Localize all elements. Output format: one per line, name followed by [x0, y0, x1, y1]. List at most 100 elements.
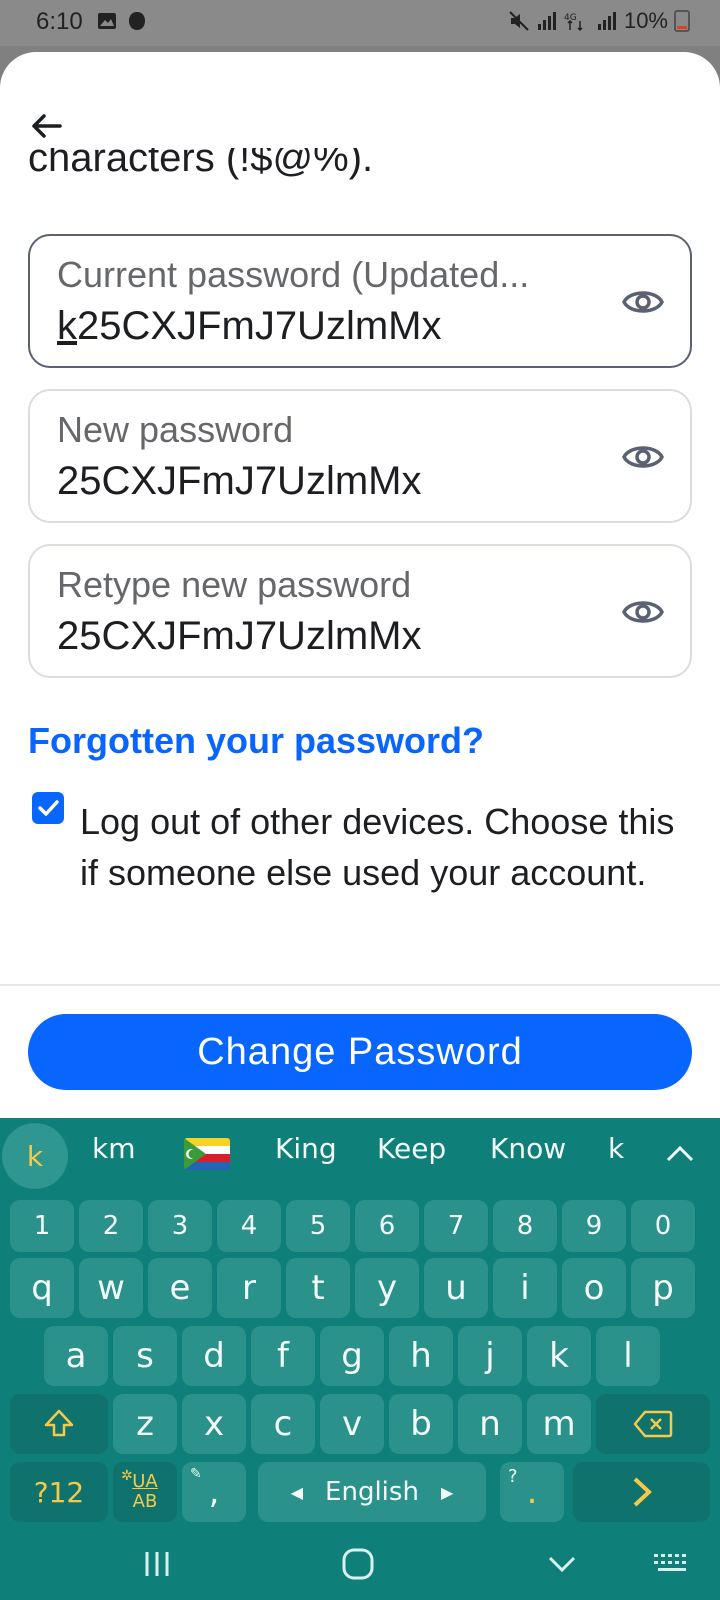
key-v[interactable]: v	[320, 1394, 384, 1454]
show-password-eye-icon[interactable]	[622, 594, 664, 630]
key-6[interactable]: 6	[355, 1200, 419, 1252]
key-t[interactable]: t	[286, 1258, 350, 1318]
key-5[interactable]: 5	[286, 1200, 350, 1252]
status-bar: 6:10 4G 10%	[0, 0, 720, 46]
change-password-sheet: characters (!$@%). Current password (Upd…	[0, 52, 720, 1118]
suggestion-item[interactable]: King	[275, 1132, 337, 1165]
suggestion-item[interactable]: Know	[490, 1132, 566, 1165]
signal-icon-2	[597, 12, 616, 30]
divider	[0, 984, 720, 986]
key-d[interactable]: d	[182, 1326, 246, 1386]
soft-keyboard: k km King Keep Know k 1 2 3 4 5 6 7 8 9 …	[0, 1118, 720, 1600]
current-password-label: Current password (Updated...	[57, 254, 530, 295]
logout-devices-checkbox[interactable]	[32, 792, 64, 824]
backspace-icon	[633, 1410, 673, 1438]
key-q[interactable]: q	[10, 1258, 74, 1318]
signal-icon	[537, 12, 556, 30]
checkmark-icon	[38, 800, 59, 816]
key-j[interactable]: j	[458, 1326, 522, 1386]
comma-label: ,	[208, 1472, 220, 1512]
key-c[interactable]: c	[251, 1394, 315, 1454]
comma-key[interactable]: ✎ ,	[182, 1462, 246, 1522]
key-w[interactable]: w	[79, 1258, 143, 1318]
flag-emoji-icon[interactable]	[184, 1138, 230, 1170]
suggestion-item[interactable]: km	[92, 1132, 136, 1165]
key-f[interactable]: f	[251, 1326, 315, 1386]
retype-password-field[interactable]: Retype new password 25CXJFmJ7UzlmMx	[28, 544, 692, 678]
show-password-eye-icon[interactable]	[622, 439, 664, 475]
key-r[interactable]: r	[217, 1258, 281, 1318]
new-password-value[interactable]: 25CXJFmJ7UzlmMx	[57, 459, 421, 504]
battery-percent: 10%	[623, 8, 668, 33]
lang-bottom-label: AB	[132, 1491, 158, 1512]
key-4[interactable]: 4	[217, 1200, 281, 1252]
4g-icon: 4G	[564, 13, 583, 32]
caret-right-icon: ▶	[440, 1482, 454, 1502]
key-a[interactable]: a	[44, 1326, 108, 1386]
show-password-eye-icon[interactable]	[622, 284, 664, 320]
current-password-field[interactable]: Current password (Updated... k25CXJFmJ7U…	[28, 234, 692, 368]
current-password-value[interactable]: k25CXJFmJ7UzlmMx	[57, 304, 441, 349]
suggestion-item[interactable]: k	[2, 1123, 68, 1189]
language-toggle-key[interactable]: ✲ UA AB	[113, 1462, 177, 1522]
lang-top-label: UA	[132, 1471, 158, 1492]
new-password-label: New password	[57, 409, 294, 450]
key-9[interactable]: 9	[562, 1200, 626, 1252]
key-m[interactable]: m	[527, 1394, 591, 1454]
key-8[interactable]: 8	[493, 1200, 557, 1252]
space-language-label: English	[325, 1477, 419, 1507]
key-n[interactable]: n	[458, 1394, 522, 1454]
change-password-button[interactable]: Change Password	[28, 1014, 692, 1090]
key-g[interactable]: g	[320, 1326, 384, 1386]
forgot-password-link[interactable]: Forgotten your password?	[28, 720, 484, 762]
key-1[interactable]: 1	[10, 1200, 74, 1252]
caret-left-icon: ◀	[290, 1482, 304, 1502]
key-x[interactable]: x	[182, 1394, 246, 1454]
key-l[interactable]: l	[596, 1326, 660, 1386]
shift-key[interactable]	[10, 1394, 108, 1454]
suggestion-bar: k km King Keep Know k	[0, 1118, 720, 1196]
space-key[interactable]: ◀ English ▶	[258, 1462, 486, 1522]
logout-devices-label[interactable]: Log out of other devices. Choose this if…	[80, 796, 690, 898]
key-y[interactable]: y	[355, 1258, 419, 1318]
status-time: 6:10	[36, 8, 83, 35]
key-b[interactable]: b	[389, 1394, 453, 1454]
back-arrow-icon[interactable]	[26, 106, 66, 146]
key-3[interactable]: 3	[148, 1200, 212, 1252]
key-7[interactable]: 7	[424, 1200, 488, 1252]
recent-apps-icon[interactable]	[137, 1544, 177, 1584]
key-i[interactable]: i	[493, 1258, 557, 1318]
next-key[interactable]	[573, 1462, 710, 1522]
settings-gear-icon: ✲	[121, 1468, 133, 1484]
key-o[interactable]: o	[562, 1258, 626, 1318]
period-key[interactable]: ? .	[500, 1462, 564, 1522]
new-password-field[interactable]: New password 25CXJFmJ7UzlmMx	[28, 389, 692, 523]
password-requirements-text: characters (!$@%).	[28, 148, 374, 180]
key-z[interactable]: z	[113, 1394, 177, 1454]
home-icon[interactable]	[338, 1544, 378, 1584]
chevron-right-icon	[633, 1477, 652, 1507]
key-p[interactable]: p	[631, 1258, 695, 1318]
app-notification-icon	[129, 12, 145, 30]
system-nav-bar	[0, 1528, 720, 1600]
backspace-key[interactable]	[596, 1394, 710, 1454]
period-hint: ?	[508, 1466, 518, 1487]
retype-password-value[interactable]: 25CXJFmJ7UzlmMx	[57, 614, 421, 659]
key-e[interactable]: e	[148, 1258, 212, 1318]
key-2[interactable]: 2	[79, 1200, 143, 1252]
suggestion-item[interactable]: Keep	[377, 1132, 446, 1165]
chevron-up-icon[interactable]	[664, 1138, 696, 1170]
keyboard-switch-icon[interactable]	[652, 1544, 692, 1584]
mic-icon: ✎	[190, 1466, 202, 1482]
key-k[interactable]: k	[527, 1326, 591, 1386]
gallery-notification-icon	[98, 13, 116, 29]
key-u[interactable]: u	[424, 1258, 488, 1318]
key-0[interactable]: 0	[631, 1200, 695, 1252]
key-h[interactable]: h	[389, 1326, 453, 1386]
key-s[interactable]: s	[113, 1326, 177, 1386]
hide-keyboard-chevron-icon[interactable]	[542, 1544, 582, 1584]
shift-arrow-icon	[44, 1409, 74, 1437]
symbols-key[interactable]: ?12	[10, 1462, 108, 1522]
mute-icon	[509, 11, 529, 31]
suggestion-item[interactable]: k	[608, 1132, 624, 1165]
